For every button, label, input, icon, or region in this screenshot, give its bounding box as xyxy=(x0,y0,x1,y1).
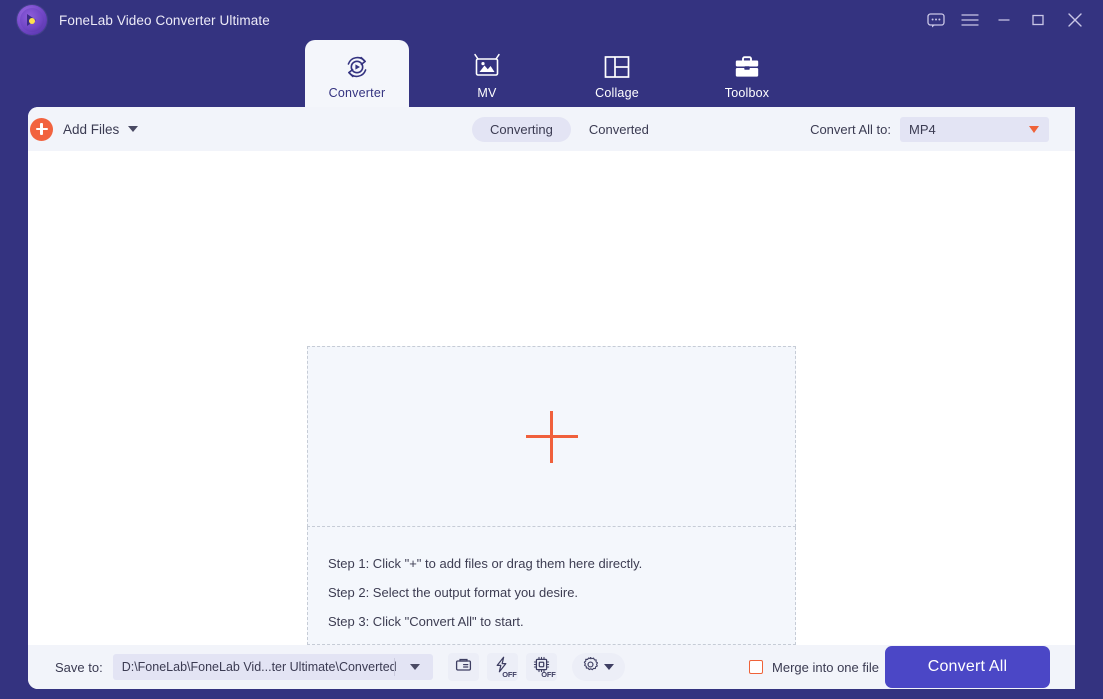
chat-bubble-icon[interactable] xyxy=(919,0,953,40)
tab-label: Collage xyxy=(595,86,639,100)
app-title: FoneLab Video Converter Ultimate xyxy=(59,12,270,28)
merge-into-one-file-option[interactable]: Merge into one file xyxy=(749,660,879,675)
add-files-button[interactable]: Add Files xyxy=(30,107,139,151)
folder-icon xyxy=(455,657,472,677)
merge-label: Merge into one file xyxy=(772,659,879,675)
instructions-panel: Step 1: Click "+" to add files or drag t… xyxy=(307,527,796,645)
caret-down-icon xyxy=(409,664,420,670)
layout-grid-icon xyxy=(603,50,631,84)
instruction-step: Step 2: Select the output format you des… xyxy=(328,585,579,600)
add-files-label: Add Files xyxy=(63,121,120,137)
tab-label: MV xyxy=(477,86,497,100)
window-controls xyxy=(919,0,1103,40)
tab-label: Converter xyxy=(328,86,386,100)
caret-down-icon[interactable] xyxy=(604,664,615,670)
briefcase-icon xyxy=(733,50,761,84)
caret-down-icon[interactable] xyxy=(128,126,139,132)
save-to-label: Save to: xyxy=(55,659,103,675)
output-format-value: MP4 xyxy=(909,122,936,137)
caret-down-icon xyxy=(1029,126,1039,133)
content-sheet: Add Files Converting Converted Convert A… xyxy=(28,107,1075,689)
tab-toolbox[interactable]: Toolbox xyxy=(695,40,799,107)
save-path-value: D:\FoneLab\FoneLab Vid...ter Ultimate\Co… xyxy=(121,660,397,674)
convert-all-button[interactable]: Convert All xyxy=(885,646,1050,688)
acceleration-state-label: OFF xyxy=(502,670,517,679)
open-folder-button[interactable] xyxy=(447,653,479,681)
tab-converting[interactable]: Converting xyxy=(472,117,571,142)
application-window: FoneLab Video Converter Ultimate Convert… xyxy=(0,0,1103,699)
picture-frame-icon xyxy=(472,50,502,84)
gear-icon xyxy=(582,656,599,678)
tab-converter[interactable]: Converter xyxy=(305,40,409,107)
acceleration-state-label: OFF xyxy=(541,670,556,679)
instruction-step: Step 1: Click "+" to add files or drag t… xyxy=(328,556,643,571)
save-path-select[interactable]: D:\FoneLab\FoneLab Vid...ter Ultimate\Co… xyxy=(112,654,433,680)
body-frame: Add Files Converting Converted Convert A… xyxy=(0,107,1103,699)
bottom-bar: Save to: D:\FoneLab\FoneLab Vid...ter Ul… xyxy=(28,645,1075,689)
status-segmented-control: Converting Converted xyxy=(472,117,667,142)
preferences-button[interactable] xyxy=(571,653,625,681)
convert-all-to-label: Convert All to: xyxy=(810,122,891,137)
convert-refresh-play-icon xyxy=(342,50,372,84)
hamburger-menu-icon[interactable] xyxy=(953,0,987,40)
tab-collage[interactable]: Collage xyxy=(565,40,669,107)
title-bar: FoneLab Video Converter Ultimate xyxy=(0,0,1103,40)
maximize-icon[interactable] xyxy=(1021,0,1055,40)
hardware-acceleration-button[interactable]: OFF xyxy=(486,653,518,681)
tab-converted[interactable]: Converted xyxy=(571,117,667,142)
orange-plus-circle-icon xyxy=(30,117,53,141)
content-toolbar: Add Files Converting Converted Convert A… xyxy=(28,107,1075,151)
tab-mv[interactable]: MV xyxy=(435,40,539,107)
fonelab-logo-icon xyxy=(17,5,47,35)
minimize-icon[interactable] xyxy=(987,0,1021,40)
main-content-area: Step 1: Click "+" to add files or drag t… xyxy=(28,151,1075,645)
main-nav-tabs: Converter MV Collage Toolbox xyxy=(0,40,1103,107)
output-format-select[interactable]: MP4 xyxy=(900,117,1049,142)
merge-checkbox[interactable] xyxy=(749,660,764,674)
tab-label: Toolbox xyxy=(724,86,770,100)
file-dropzone[interactable] xyxy=(307,346,796,527)
gpu-acceleration-button[interactable]: OFF xyxy=(525,653,557,681)
convert-all-to-group: Convert All to: MP4 xyxy=(810,117,1049,142)
big-plus-icon xyxy=(525,410,578,463)
close-icon[interactable] xyxy=(1055,0,1095,40)
instruction-step: Step 3: Click "Convert All" to start. xyxy=(328,614,524,629)
